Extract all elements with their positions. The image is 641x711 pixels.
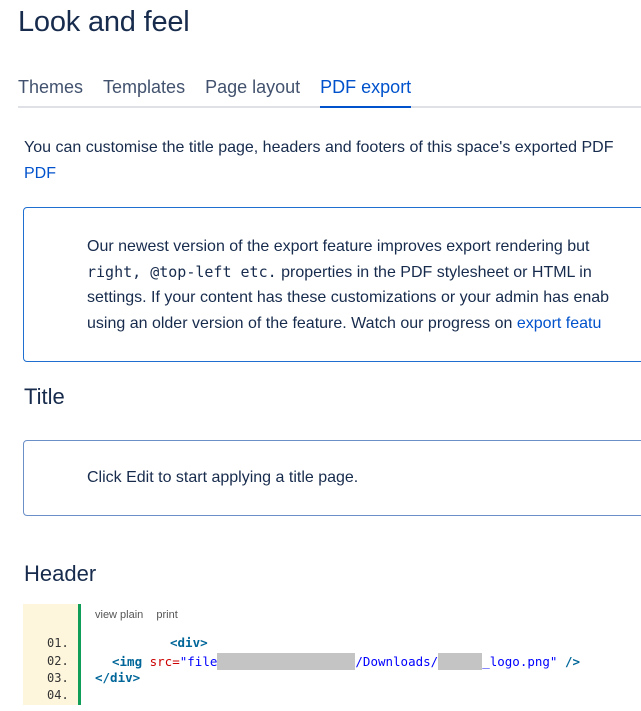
header-code-block: view plain print 01. 02. 03. 04. <div> <… bbox=[23, 604, 641, 705]
export-info-panel: Our newest version of the export feature… bbox=[23, 207, 641, 362]
tab-pdf-export[interactable]: PDF export bbox=[320, 76, 412, 108]
code-div-close: </div> bbox=[95, 670, 141, 685]
code-line-3: </div> bbox=[95, 670, 140, 685]
line-number: 01. bbox=[47, 636, 69, 650]
info-line-3: settings. If your content has these cust… bbox=[87, 289, 610, 306]
title-section-heading: Title bbox=[24, 384, 65, 409]
intro-text: You can customise the title page, header… bbox=[24, 139, 614, 156]
info-line-2: right, @top-left etc. properties in the … bbox=[87, 260, 641, 286]
print-link[interactable]: print bbox=[156, 609, 177, 621]
line-number: 04. bbox=[47, 688, 69, 702]
title-panel[interactable]: Click Edit to start applying a title pag… bbox=[23, 440, 641, 516]
code-line-1: <div> bbox=[170, 635, 208, 650]
line-number: 02. bbox=[47, 654, 69, 668]
code-line-2: <img src="file/Downloads/ _logo.png" /> bbox=[112, 653, 580, 670]
export-feature-link[interactable]: export featu bbox=[517, 315, 602, 332]
info-line-4-text: using an older version of the feature. W… bbox=[87, 314, 517, 332]
code-src-attr: src= bbox=[142, 654, 180, 669]
info-panel-text: Our newest version of the export feature… bbox=[87, 234, 641, 336]
pdf-link[interactable]: PDF bbox=[24, 161, 641, 187]
info-line-1: Our newest version of the export feature… bbox=[87, 238, 590, 255]
tab-bar: Themes Templates Page layout PDF export bbox=[18, 76, 641, 108]
line-number: 03. bbox=[47, 671, 69, 685]
code-string-start: "file bbox=[179, 654, 218, 669]
tab-templates[interactable]: Templates bbox=[103, 76, 185, 106]
redacted-path bbox=[217, 653, 356, 670]
info-line-4: using an older version of the feature. W… bbox=[87, 311, 641, 337]
code-string-mid: /Downloads/ bbox=[355, 654, 439, 669]
header-section-heading: Header bbox=[24, 561, 97, 586]
redacted-filename bbox=[438, 653, 483, 670]
code-div-open: <div> bbox=[170, 635, 208, 650]
info-code-snippet: right, @top-left etc. bbox=[87, 262, 277, 281]
tab-themes[interactable]: Themes bbox=[18, 76, 83, 106]
intro-description: You can customise the title page, header… bbox=[24, 135, 641, 187]
page-title: Look and feel bbox=[18, 6, 190, 38]
code-string-end: _logo.png" bbox=[482, 654, 558, 669]
info-line-2-text: properties in the PDF stylesheet or HTML… bbox=[276, 263, 592, 281]
view-plain-link[interactable]: view plain bbox=[95, 609, 143, 621]
code-toolbar: view plain print bbox=[95, 609, 188, 621]
code-img-close: /> bbox=[557, 654, 581, 669]
code-img-tag: <img bbox=[112, 654, 143, 669]
tab-page-layout[interactable]: Page layout bbox=[205, 76, 300, 106]
title-empty-message: Click Edit to start applying a title pag… bbox=[87, 469, 359, 486]
